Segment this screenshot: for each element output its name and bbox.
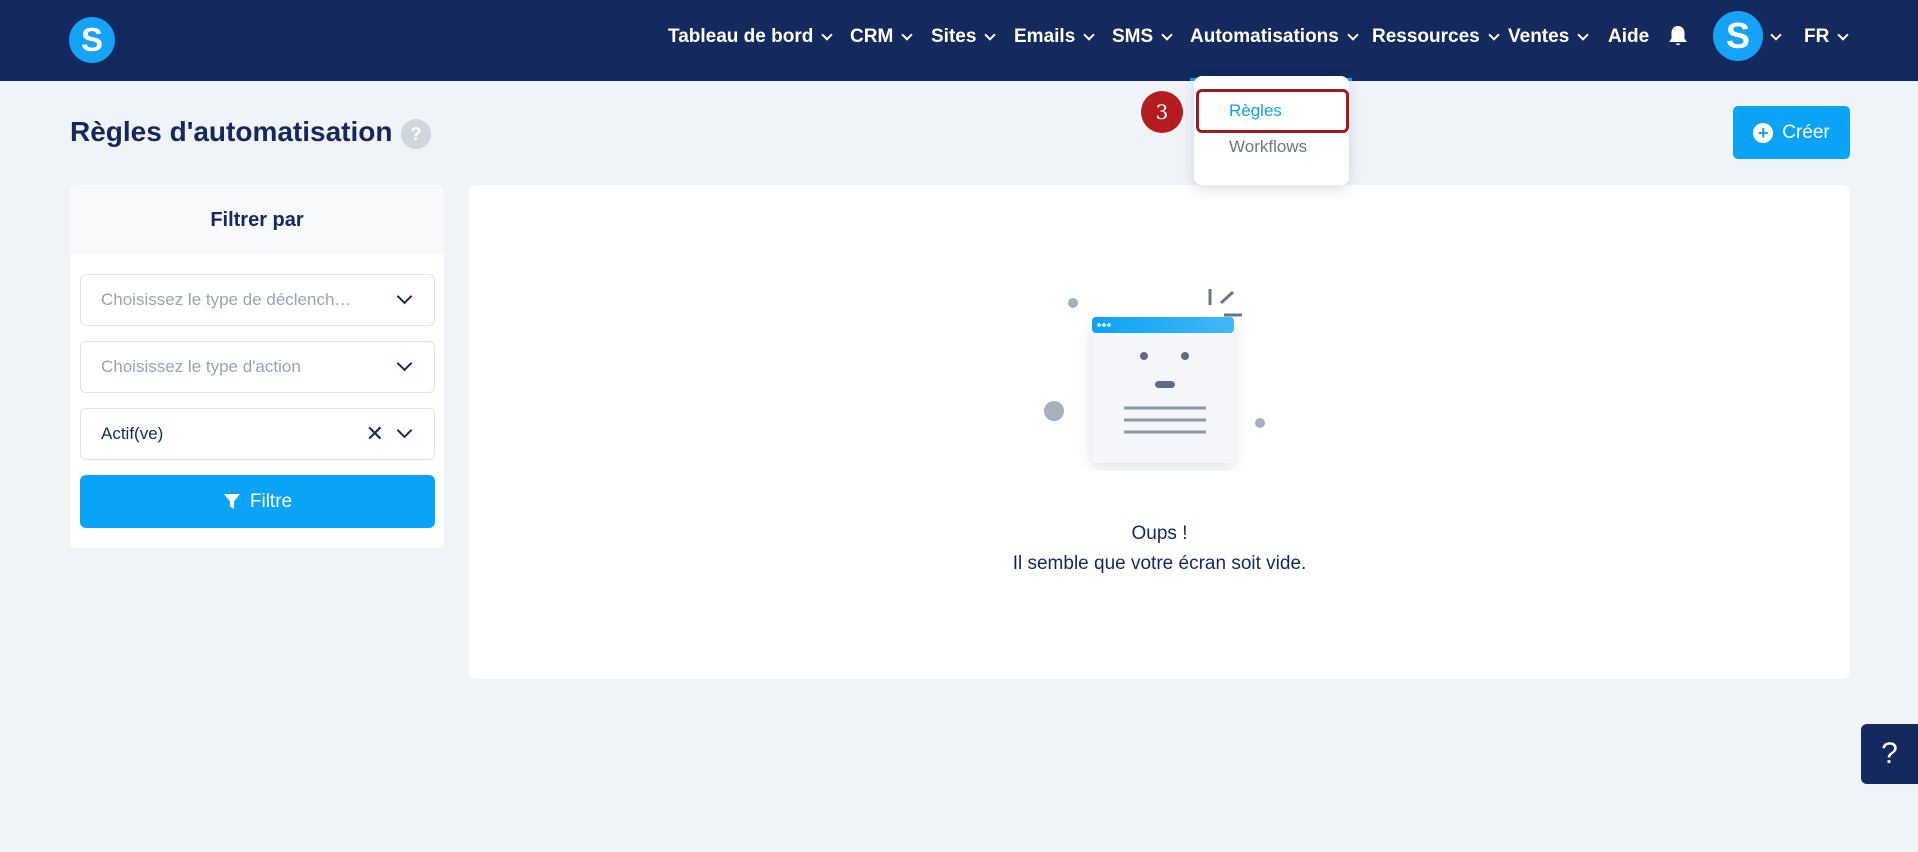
chevron-down-icon [901, 28, 913, 41]
filter-panel: Filtrer par Choisissez le type de déclen… [70, 185, 444, 548]
filter-heading: Filtrer par [70, 185, 444, 255]
rules-list-panel: Oups ! Il semble que votre écran soit vi… [469, 185, 1850, 679]
trigger-type-placeholder: Choisissez le type de déclench… [101, 290, 352, 309]
status-select[interactable]: Actif(ve) ✕ [80, 408, 435, 460]
nav-item-dashboard[interactable]: Tableau de bord [668, 25, 834, 49]
help-widget-button[interactable]: ? [1861, 724, 1918, 784]
action-type-select[interactable]: Choisissez le type d'action [80, 341, 435, 393]
nav-item-crm[interactable]: CRM [850, 25, 913, 49]
menu-item-workflows[interactable]: Workflows [1229, 137, 1307, 157]
chevron-down-icon [984, 28, 997, 41]
nav-label: Sites [931, 26, 977, 47]
nav-item-sales[interactable]: Ventes [1508, 25, 1589, 49]
bell-icon[interactable] [1667, 24, 1689, 48]
status-value: Actif(ve) [101, 424, 164, 443]
page-title: Règles d'automatisation [70, 116, 393, 147]
trigger-type-select[interactable]: Choisissez le type de déclench… [80, 274, 435, 326]
nav-item-sms[interactable]: SMS [1112, 25, 1173, 49]
nav-item-emails[interactable]: Emails [1014, 25, 1095, 49]
brand-logo[interactable]: S [69, 17, 115, 63]
nav-label: Ressources [1372, 26, 1480, 47]
nav-item-automations[interactable]: Automatisations [1190, 25, 1359, 49]
help-icon[interactable]: ? [401, 119, 431, 149]
nav-label: Ventes [1508, 26, 1570, 47]
nav-item-resources[interactable]: Ressources [1372, 25, 1500, 49]
funnel-icon [223, 493, 240, 509]
chevron-down-icon [1837, 28, 1849, 41]
empty-state-illustration [1044, 289, 1265, 463]
clear-icon[interactable]: ✕ [366, 421, 384, 447]
chevron-down-icon [396, 355, 413, 372]
chevron-down-icon [1083, 28, 1095, 41]
nav-label: SMS [1112, 26, 1154, 47]
automations-dropdown-menu: Règles Workflows [1194, 76, 1349, 185]
nav-label: Aide [1608, 26, 1650, 47]
menu-item-rules[interactable]: Règles [1229, 101, 1282, 121]
step-badge: 3 [1141, 91, 1183, 133]
nav-label: Emails [1014, 26, 1076, 47]
chevron-down-icon [821, 28, 834, 41]
nav-label: CRM [850, 26, 894, 47]
chevron-down-icon [396, 422, 413, 439]
nav-label: Tableau de bord [668, 26, 814, 47]
chevron-down-icon [1577, 28, 1589, 41]
top-navigation-bar: S Tableau de bord CRM Sites Emails SMS A… [0, 0, 1918, 81]
language-selector[interactable]: FR [1804, 25, 1849, 49]
nav-item-help[interactable]: Aide [1608, 25, 1649, 49]
filter-button-label: Filtre [249, 490, 293, 512]
empty-state-title: Oups ! [1131, 523, 1188, 544]
chevron-down-icon [1161, 28, 1173, 41]
language-label: FR [1804, 26, 1830, 47]
filter-button[interactable]: Filtre [80, 475, 435, 528]
empty-state-message: Il semble que votre écran soit vide. [1012, 553, 1307, 574]
user-avatar[interactable]: S [1713, 11, 1763, 61]
chevron-down-icon [1488, 28, 1500, 41]
avatar-menu-toggle[interactable] [1770, 25, 1782, 49]
nav-item-sites[interactable]: Sites [931, 25, 997, 49]
create-button-label: Créer [1782, 121, 1830, 143]
plus-circle-icon: + [1753, 122, 1774, 143]
chevron-down-icon [396, 288, 413, 305]
create-button[interactable]: + Créer [1733, 106, 1850, 159]
chevron-down-icon [1770, 28, 1782, 41]
nav-label: Automatisations [1190, 26, 1339, 47]
chevron-down-icon [1347, 28, 1359, 41]
action-type-placeholder: Choisissez le type d'action [101, 357, 301, 376]
